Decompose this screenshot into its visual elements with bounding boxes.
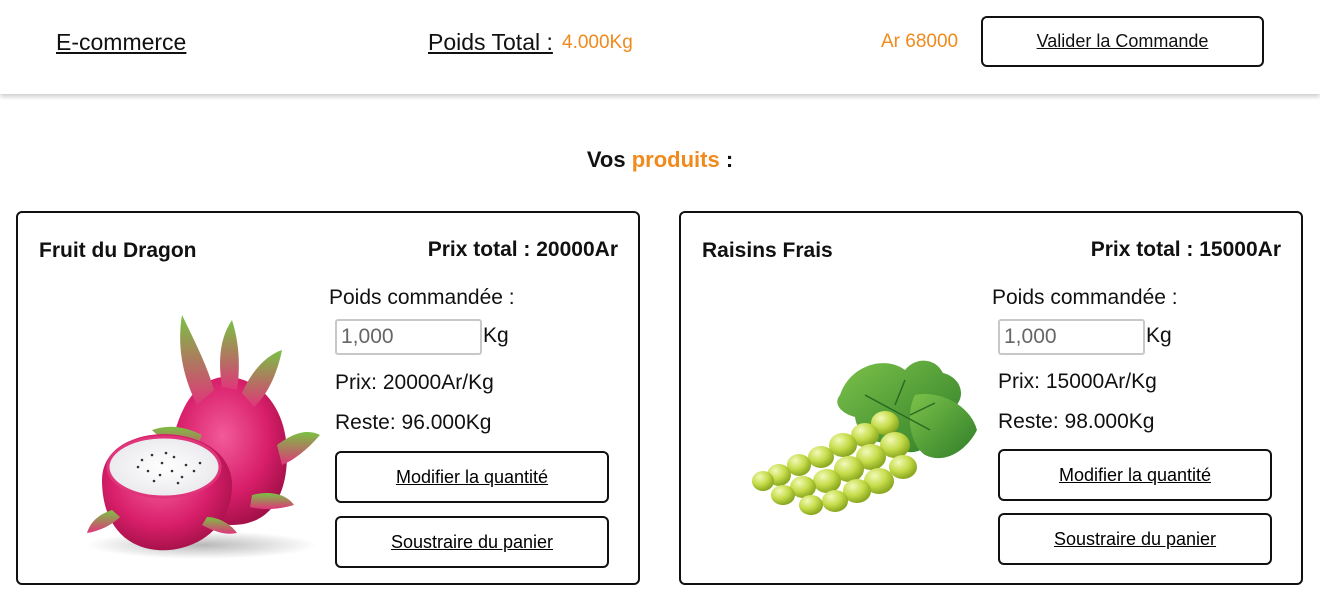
unit-label: Kg: [483, 324, 509, 347]
unit-price: Prix: 20000Ar/Kg: [335, 371, 494, 394]
total-weight-label: Poids Total :: [428, 29, 553, 55]
dragon-fruit-image: [87, 315, 320, 559]
quantity-input[interactable]: [335, 319, 482, 355]
quantity-input[interactable]: [998, 319, 1145, 355]
section-title: Vos produits :: [0, 147, 1320, 173]
total-weight-value: 4.000Kg: [562, 32, 633, 53]
modify-quantity-button[interactable]: Modifier la quantité: [335, 451, 609, 503]
unit-price: Prix: 15000Ar/Kg: [998, 370, 1157, 393]
brand-link[interactable]: E-commerce: [56, 29, 186, 56]
section-title-suffix: :: [725, 147, 734, 172]
grapes-image: [752, 360, 977, 515]
product-card: Fruit du Dragon Prix total : 20000Ar Poi…: [16, 211, 640, 585]
ordered-weight-label: Poids commandée :: [329, 286, 515, 309]
stock-remaining: Reste: 96.000Kg: [335, 411, 492, 434]
top-navbar: E-commerce Poids Total : 4.000Kg Ar 6800…: [0, 0, 1320, 94]
remove-from-cart-button[interactable]: Soustraire du panier: [998, 513, 1272, 565]
modify-quantity-button[interactable]: Modifier la quantité: [998, 449, 1272, 501]
stock-remaining: Reste: 98.000Kg: [998, 410, 1155, 433]
remove-from-cart-button[interactable]: Soustraire du panier: [335, 516, 609, 568]
unit-label: Kg: [1146, 324, 1172, 347]
section-title-prefix: Vos: [586, 147, 626, 172]
product-card: Raisins Frais Prix total : 15000Ar Poids…: [679, 211, 1303, 585]
section-title-accent: produits: [631, 147, 720, 172]
product-total-price: Prix total : 15000Ar: [1090, 238, 1281, 261]
product-total-price: Prix total : 20000Ar: [427, 238, 618, 261]
product-name: Fruit du Dragon: [39, 239, 197, 262]
product-name: Raisins Frais: [702, 239, 833, 262]
cart-total-price: Ar 68000: [881, 31, 959, 52]
ordered-weight-label: Poids commandée :: [992, 286, 1178, 309]
validate-order-button[interactable]: Valider la Commande: [981, 16, 1264, 67]
